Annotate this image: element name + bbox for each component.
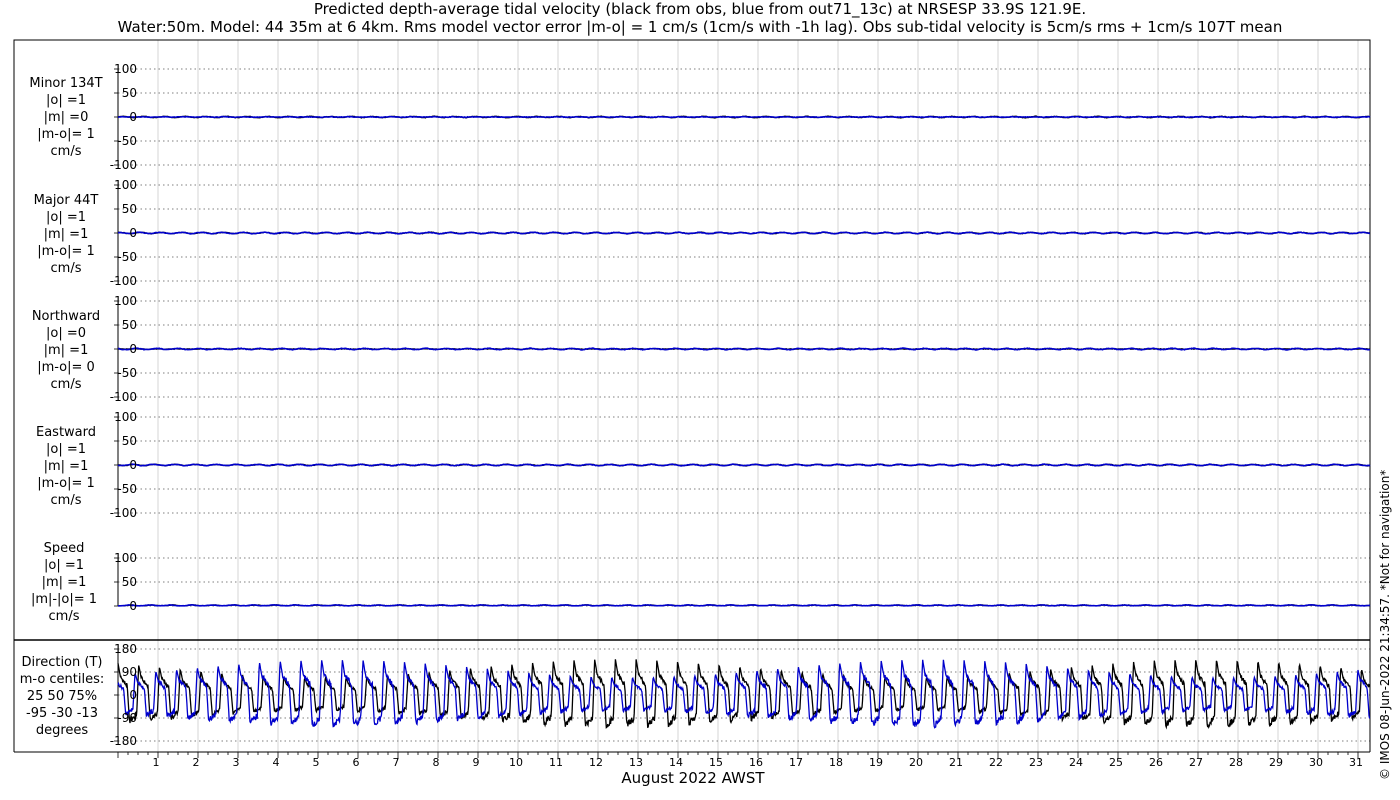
x-tick-label: 4 bbox=[273, 756, 280, 769]
x-tick-label: 12 bbox=[589, 756, 603, 769]
y-tick-label: -50 bbox=[117, 482, 137, 496]
x-tick-label: 14 bbox=[669, 756, 683, 769]
x-tick-label: 6 bbox=[353, 756, 360, 769]
x-tick-label: 1 bbox=[153, 756, 160, 769]
x-tick-label: 29 bbox=[1269, 756, 1283, 769]
y-tick-label: 0 bbox=[129, 599, 137, 613]
x-tick-label: 28 bbox=[1229, 756, 1243, 769]
x-tick-label: 27 bbox=[1189, 756, 1203, 769]
series-model-speed bbox=[118, 603, 1371, 607]
series-model-major-44t bbox=[117, 231, 1371, 235]
x-tick-label: 23 bbox=[1029, 756, 1043, 769]
series-model-minor-134t bbox=[117, 115, 1371, 119]
y-tick-label: -100 bbox=[110, 158, 137, 172]
y-tick-label: 50 bbox=[122, 575, 137, 589]
y-tick-label: 180 bbox=[114, 642, 137, 656]
x-tick-label: 10 bbox=[509, 756, 523, 769]
x-tick-label: 11 bbox=[549, 756, 563, 769]
y-tick-label: -100 bbox=[110, 506, 137, 520]
y-tick-label: 50 bbox=[122, 434, 137, 448]
x-tick-label: 15 bbox=[709, 756, 723, 769]
y-tick-label: 50 bbox=[122, 86, 137, 100]
x-tick-label: 31 bbox=[1349, 756, 1363, 769]
x-tick-label: 7 bbox=[393, 756, 400, 769]
y-tick-label: 100 bbox=[114, 178, 137, 192]
x-tick-label: 17 bbox=[789, 756, 803, 769]
x-tick-label: 19 bbox=[869, 756, 883, 769]
y-tick-label: -180 bbox=[110, 734, 137, 748]
y-tick-label: 0 bbox=[129, 458, 137, 472]
series-model-eastward bbox=[117, 463, 1371, 467]
y-tick-label: -50 bbox=[117, 250, 137, 264]
tidal-velocity-chart: 1 2 3 4 5 6 7 8 9 10 11 12 13 14 15 16 17 18 19 20 21 22 23 24 2… bbox=[13, 39, 1371, 787]
y-tick-label: -50 bbox=[117, 366, 137, 380]
x-tick-label: 26 bbox=[1149, 756, 1163, 769]
x-tick-label: 18 bbox=[829, 756, 843, 769]
series-obs-direction bbox=[117, 659, 1371, 730]
x-tick-label: 16 bbox=[749, 756, 763, 769]
x-tick-label: 25 bbox=[1109, 756, 1123, 769]
x-tick-label: 24 bbox=[1069, 756, 1083, 769]
y-tick-label: 50 bbox=[122, 318, 137, 332]
y-tick-label: 100 bbox=[114, 551, 137, 565]
x-tick-label: 5 bbox=[313, 756, 320, 769]
y-tick-label: 100 bbox=[114, 410, 137, 424]
x-tick-label: 3 bbox=[233, 756, 240, 769]
x-tick-label: 30 bbox=[1309, 756, 1323, 769]
y-tick-label: 100 bbox=[114, 294, 137, 308]
y-tick-label: 50 bbox=[122, 202, 137, 216]
copyright-notice: © IMOS 08-Jun-2022 21:34:57. *Not for na… bbox=[1378, 469, 1392, 780]
series-model-direction bbox=[117, 659, 1371, 729]
y-tick-label: -50 bbox=[117, 134, 137, 148]
x-tick-label: 8 bbox=[433, 756, 440, 769]
x-tick-label: 13 bbox=[629, 756, 643, 769]
x-tick-label: 2 bbox=[193, 756, 200, 769]
y-tick-label: 0 bbox=[129, 110, 137, 124]
y-tick-label: 0 bbox=[129, 342, 137, 356]
y-tick-label: -90 bbox=[117, 711, 137, 725]
y-tick-label: 0 bbox=[129, 688, 137, 702]
x-tick-label: 21 bbox=[949, 756, 963, 769]
x-axis-label: August 2022 AWST bbox=[621, 769, 765, 787]
x-tick-label: 20 bbox=[909, 756, 923, 769]
x-tick-label: 9 bbox=[473, 756, 480, 769]
y-tick-label: -100 bbox=[110, 274, 137, 288]
y-tick-label: -100 bbox=[110, 390, 137, 404]
y-tick-label: 100 bbox=[114, 62, 137, 76]
x-tick-label: 22 bbox=[989, 756, 1003, 769]
y-tick-label: 90 bbox=[122, 665, 137, 679]
upper-plot-frame bbox=[13, 39, 1371, 641]
y-tick-label: 0 bbox=[129, 226, 137, 240]
